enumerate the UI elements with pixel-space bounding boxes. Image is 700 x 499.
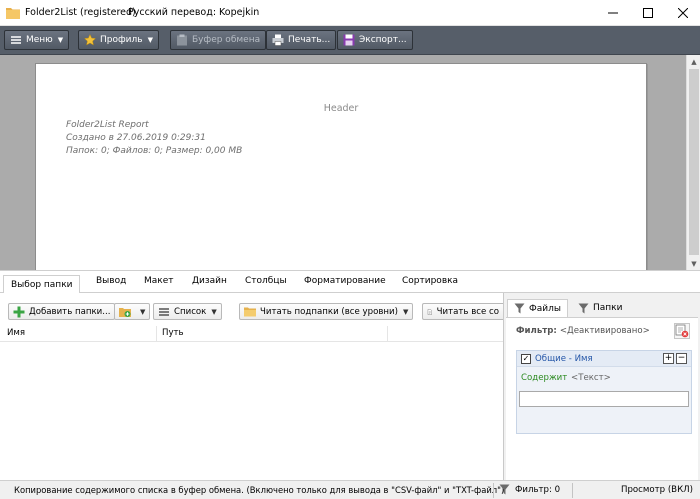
maximize-button[interactable]: [631, 0, 665, 26]
report-preview-area: Header Folder2List Report Создано в 27.0…: [0, 55, 686, 275]
report-header: Header: [323, 103, 359, 114]
folder-add-icon: [119, 307, 131, 317]
clipboard-button[interactable]: Буфер обмена: [170, 30, 267, 50]
export-button-label: Экспорт...: [359, 35, 407, 45]
status-filter: Фильтр: 0: [499, 484, 560, 495]
filter-rule-header: ✓ Общие - Имя + −: [517, 351, 691, 367]
scrollbar-thumb[interactable]: [689, 69, 699, 255]
close-button[interactable]: [666, 0, 700, 26]
status-preview-mode[interactable]: Просмотр (ВКЛ): [621, 485, 693, 495]
maximize-icon: [643, 8, 653, 18]
scroll-down-icon[interactable]: ▼: [687, 257, 700, 270]
read-all-label: Читать все со: [436, 306, 499, 317]
report-created: Создано в 27.06.2019 0:29:31: [66, 133, 206, 143]
tab-output[interactable]: Вывод: [96, 276, 126, 286]
filter-text-input[interactable]: [519, 391, 689, 407]
filter-rule-group: ✓ Общие - Имя + − Содержит <Текст>: [516, 350, 692, 434]
tab-folders-filter[interactable]: Папки: [572, 299, 628, 317]
column-divider[interactable]: [387, 326, 388, 342]
remove-rule-button[interactable]: −: [676, 353, 687, 364]
export-button[interactable]: Экспорт...: [337, 30, 413, 50]
profile-button[interactable]: Профиль ▼: [78, 30, 159, 50]
floppy-disk-icon: [343, 34, 355, 46]
scroll-up-icon[interactable]: ▲: [687, 55, 700, 68]
funnel-icon: [514, 303, 525, 314]
tab-columns[interactable]: Столбцы: [245, 276, 287, 286]
filter-value: <Деактивировано>: [559, 326, 650, 336]
filter-pane: Файлы Папки Фильтр: <Деактивировано> ✓ О…: [504, 293, 700, 480]
add-folders-label: Добавить папки...: [29, 306, 111, 317]
chevron-down-icon: ▼: [211, 307, 217, 316]
preview-scrollbar[interactable]: ▲ ▼: [686, 55, 700, 270]
window-translation-note: Русский перевод: Kopejkin: [128, 7, 260, 18]
plus-icon: [13, 306, 25, 317]
tab-folder-selection[interactable]: Выбор папки: [3, 275, 81, 294]
filter-label: Фильтр:: [516, 326, 557, 336]
tab-files-label: Файлы: [529, 303, 561, 314]
column-header-path[interactable]: Путь: [162, 328, 184, 338]
status-divider: [493, 483, 494, 498]
list-mode-button[interactable]: Список ▼: [153, 303, 222, 320]
title-bar: Folder2List (registered) Русский перевод…: [0, 0, 700, 26]
clear-filter-icon: [675, 324, 689, 338]
print-button-label: Печать...: [288, 35, 331, 45]
menu-button-label: Меню: [26, 35, 53, 45]
funnel-icon: [578, 303, 589, 313]
list-icon: [159, 307, 169, 316]
tab-design[interactable]: Дизайн: [192, 276, 227, 286]
folder-list-header: Имя Путь: [0, 326, 503, 342]
document-icon: [427, 308, 432, 315]
chevron-down-icon: ▼: [402, 307, 409, 316]
tab-files-filter[interactable]: Файлы: [507, 299, 568, 317]
menu-button[interactable]: Меню ▼: [4, 30, 70, 50]
app-folder-icon: [6, 8, 20, 19]
clipboard-button-label: Буфер обмена: [192, 35, 261, 45]
hamburger-icon: [11, 36, 21, 44]
status-bar: Копирование содержимого списка в буфер о…: [0, 480, 700, 499]
tab-sorting[interactable]: Сортировка: [402, 276, 458, 286]
filter-rule-title[interactable]: Общие - Имя: [535, 354, 593, 364]
print-button[interactable]: Печать...: [266, 30, 337, 50]
add-folder-dropdown-button[interactable]: ▼: [114, 303, 151, 320]
window-title: Folder2List (registered): [25, 7, 136, 18]
chevron-down-icon: ▼: [140, 307, 146, 316]
report-stats: Папок: 0; Файлов: 0; Размер: 0,00 MB: [66, 146, 243, 156]
printer-icon: [272, 34, 284, 46]
status-divider: [572, 483, 573, 498]
tab-layout[interactable]: Макет: [144, 276, 174, 286]
filter-content: Фильтр: <Деактивировано> ✓ Общие - Имя +…: [506, 317, 698, 480]
report-page: Header Folder2List Report Создано в 27.0…: [35, 63, 647, 275]
minimize-icon: [608, 12, 618, 14]
star-icon: [84, 34, 96, 46]
read-subfolders-button[interactable]: Читать подпапки (все уровни) ▼: [239, 303, 414, 320]
profile-button-label: Профиль: [100, 35, 143, 45]
funnel-icon: [499, 484, 510, 495]
tab-formatting[interactable]: Форматирование: [304, 276, 386, 286]
filter-rule-checkbox[interactable]: ✓: [521, 354, 531, 364]
report-title: Folder2List Report: [66, 120, 149, 130]
folder-selection-pane: Добавить папки... ▼ Список ▼ Читать подп…: [0, 293, 503, 480]
add-rule-button[interactable]: +: [663, 353, 674, 364]
condition-value[interactable]: <Текст>: [571, 373, 611, 383]
clear-filter-button[interactable]: [674, 323, 690, 339]
tab-folders-label: Папки: [593, 303, 623, 313]
column-header-name[interactable]: Имя: [7, 328, 25, 338]
filter-status: Фильтр: <Деактивировано>: [516, 326, 650, 336]
close-icon: [678, 8, 688, 18]
column-divider[interactable]: [156, 326, 157, 342]
chevron-down-icon: ▼: [147, 36, 153, 44]
status-filter-count: Фильтр: 0: [515, 484, 561, 495]
read-all-button[interactable]: Читать все со: [422, 303, 503, 320]
main-toolbar: Меню ▼ Профиль ▼ Буфер обмена Печать... …: [0, 26, 700, 55]
chevron-down-icon: ▼: [57, 36, 64, 44]
add-folders-button[interactable]: Добавить папки...: [8, 303, 116, 320]
folder-tree-icon: [244, 307, 256, 316]
list-mode-label: Список: [174, 306, 207, 317]
minimize-button[interactable]: [596, 0, 630, 26]
status-message: Копирование содержимого списка в буфер о…: [14, 485, 505, 495]
read-subfolders-label: Читать подпапки (все уровни): [260, 306, 398, 317]
condition-operator[interactable]: Содержит: [521, 373, 567, 383]
clipboard-icon: [177, 34, 187, 46]
settings-tabs: Выбор папки Вывод Макет Дизайн Столбцы Ф…: [0, 270, 700, 294]
